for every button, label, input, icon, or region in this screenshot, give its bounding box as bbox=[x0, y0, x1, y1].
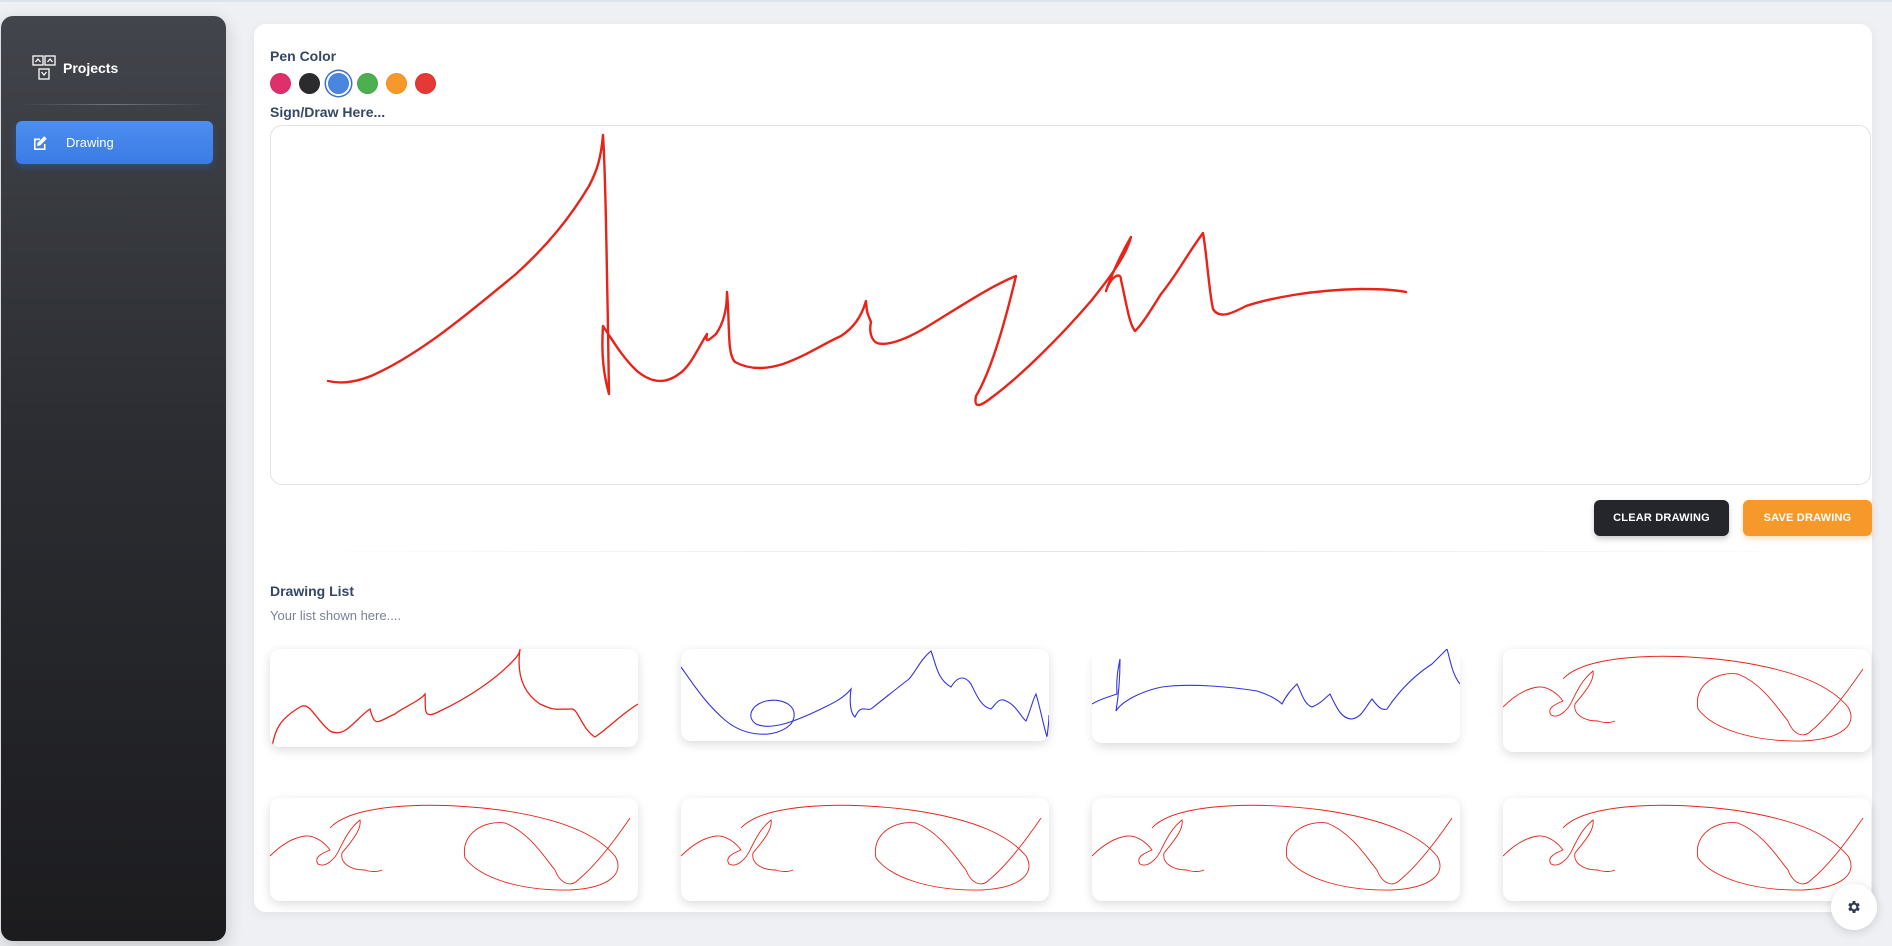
thumbnail-drawing bbox=[271, 649, 638, 747]
sidebar-divider bbox=[17, 104, 211, 105]
swatch-blue[interactable] bbox=[328, 73, 349, 94]
thumbnail-drawing bbox=[681, 804, 1042, 891]
clear-drawing-button[interactable]: CLEAR DRAWING bbox=[1594, 500, 1729, 536]
thumbnail-drawing bbox=[1503, 655, 1864, 742]
drawing-list-subtitle: Your list shown here.... bbox=[270, 608, 402, 623]
drawing-list-item[interactable] bbox=[1503, 649, 1871, 752]
brand[interactable]: Projects bbox=[31, 54, 118, 82]
drawing-list-title: Drawing List bbox=[270, 583, 355, 599]
drawing-list-item[interactable] bbox=[1503, 798, 1871, 901]
swatch-pink[interactable] bbox=[270, 73, 291, 94]
pen-edit-icon bbox=[34, 135, 47, 150]
save-drawing-button[interactable]: SAVE DRAWING bbox=[1743, 500, 1872, 536]
drawing-canvas[interactable] bbox=[270, 125, 1871, 485]
brand-name: Projects bbox=[63, 60, 119, 76]
pen-color-swatches bbox=[270, 73, 444, 94]
canvas-label: Sign/Draw Here... bbox=[270, 104, 386, 120]
drawing-list-item[interactable] bbox=[681, 798, 1049, 901]
swatch-orange[interactable] bbox=[386, 73, 407, 94]
drawing-list-item[interactable] bbox=[681, 649, 1049, 741]
drawing-list-item[interactable] bbox=[270, 649, 638, 747]
settings-button[interactable] bbox=[1831, 884, 1877, 930]
app-grid-icon bbox=[32, 55, 56, 80]
pen-color-label: Pen Color bbox=[270, 48, 337, 64]
thumbnail-drawing bbox=[270, 804, 631, 891]
drawing-card: Pen Color Sign/Draw Here... CLEAR DRAWIN… bbox=[254, 24, 1872, 912]
thumbnail-drawing bbox=[681, 650, 1049, 738]
drawing-list-item[interactable] bbox=[270, 798, 638, 901]
sidebar-item-label: Drawing bbox=[66, 135, 114, 150]
sidebar: Projects Drawing bbox=[1, 16, 226, 941]
thumbnail-drawing bbox=[1503, 804, 1864, 891]
swatch-green[interactable] bbox=[357, 73, 378, 94]
top-border bbox=[0, 0, 1892, 2]
thumbnail-drawing bbox=[1092, 804, 1453, 891]
section-divider bbox=[270, 551, 1871, 552]
swatch-red[interactable] bbox=[415, 73, 436, 94]
drawing-list-item[interactable] bbox=[1092, 798, 1460, 901]
sidebar-item-drawing[interactable]: Drawing bbox=[16, 121, 213, 164]
drawing-list-item[interactable] bbox=[1092, 649, 1460, 743]
thumbnail-drawing bbox=[1092, 649, 1460, 720]
canvas-signature-drawing bbox=[326, 133, 1408, 407]
gear-icon bbox=[1848, 901, 1860, 913]
swatch-black[interactable] bbox=[299, 73, 320, 94]
